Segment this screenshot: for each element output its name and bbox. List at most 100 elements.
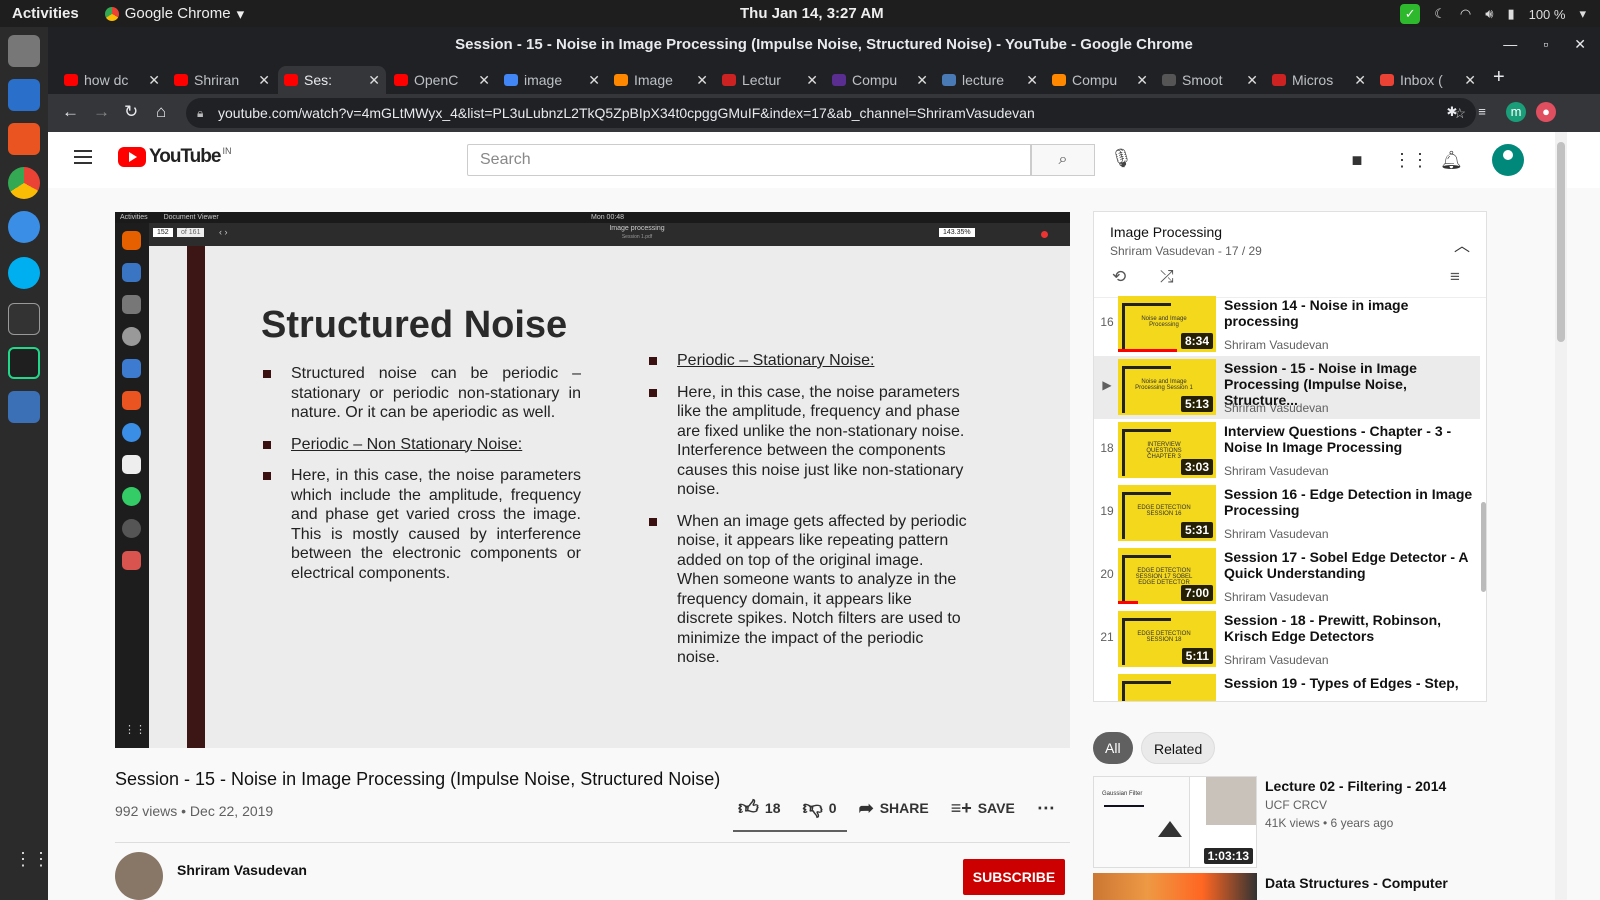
browser-tab[interactable]: Image ✕ xyxy=(608,66,714,94)
tab-close-icon[interactable]: ✕ xyxy=(1136,72,1148,89)
search-button[interactable]: ⌕ xyxy=(1031,144,1095,176)
related-thumbnail[interactable]: Gaussian Filter 1:03:13 xyxy=(1093,776,1257,868)
youtube-logo[interactable]: YouTube IN xyxy=(118,146,231,168)
tab-close-icon[interactable]: ✕ xyxy=(696,72,708,89)
account-avatar[interactable] xyxy=(1492,144,1524,176)
search-input[interactable]: Search xyxy=(467,144,1031,176)
playlist-scrollbar[interactable] xyxy=(1481,502,1486,592)
chip-related[interactable]: Related xyxy=(1141,732,1216,764)
apps-grid-icon[interactable]: ⋮⋮ xyxy=(1393,150,1429,172)
playlist-thumbnail[interactable]: EDGE DETECTION SESSION 18 5:11 xyxy=(1118,611,1216,667)
help-icon[interactable] xyxy=(8,211,40,243)
home-icon[interactable]: ⌂ xyxy=(156,102,166,122)
playlist-thumbnail[interactable]: INTERVIEW QUESTIONS CHAPTER 3 3:03 xyxy=(1118,422,1216,478)
page-scrollbar[interactable] xyxy=(1555,132,1567,900)
playlist-item[interactable]: 16 Noise and Image Processing 8:34 Session … xyxy=(1094,293,1480,356)
close-icon[interactable]: ✕ xyxy=(1574,27,1586,62)
tab-close-icon[interactable]: ✕ xyxy=(916,72,928,89)
software-center-icon[interactable] xyxy=(8,123,40,155)
chrome-icon[interactable] xyxy=(8,167,40,199)
share-button[interactable]: ➦ SHARE xyxy=(859,798,929,819)
loop-icon[interactable]: ⟲ xyxy=(1112,267,1126,287)
playlist-thumbnail[interactable]: Noise and Image Processing 8:34 xyxy=(1118,296,1216,352)
create-video-icon[interactable]: ■ xyxy=(1346,150,1368,172)
tab-close-icon[interactable]: ✕ xyxy=(368,72,380,89)
tab-close-icon[interactable]: ✕ xyxy=(1464,72,1476,89)
app-menu[interactable]: Google Chrome ▾ xyxy=(104,5,244,23)
browser-tab[interactable]: Lectur ✕ xyxy=(716,66,824,94)
playlist-item[interactable]: ▶ Noise and Image Processing Session 1 5:1… xyxy=(1094,356,1480,419)
playlist-thumbnail[interactable]: Noise and Image Processing Session 1 5:13 xyxy=(1118,359,1216,415)
extensions-icon[interactable]: ✱ xyxy=(1442,102,1462,122)
browser-tab[interactable]: Ses: ✕ xyxy=(278,66,386,94)
remote-desktop-icon[interactable] xyxy=(8,391,40,423)
related-title[interactable]: Lecture 02 - Filtering - 2014 xyxy=(1265,778,1446,794)
files-icon[interactable] xyxy=(8,35,40,67)
profile-avatar[interactable]: m xyxy=(1506,102,1526,122)
scrollbar-thumb[interactable] xyxy=(1557,142,1565,342)
pycharm-icon[interactable] xyxy=(8,347,40,379)
tab-close-icon[interactable]: ✕ xyxy=(258,72,270,89)
microphone-icon[interactable]: 🎙︎ xyxy=(1110,148,1133,169)
browser-tab[interactable]: Compu ✕ xyxy=(1046,66,1154,94)
system-tray[interactable]: ✓ ☾ ◠ 🔊︎ ▮ 100 % ▾ xyxy=(1400,4,1586,24)
document-icon[interactable] xyxy=(8,79,40,111)
collapse-chevron-icon[interactable]: ︿ xyxy=(1454,232,1470,256)
playlist-item[interactable]: 20 EDGE DETECTION SESSION 17 SOBEL EDGE D… xyxy=(1094,545,1480,608)
tab-close-icon[interactable]: ✕ xyxy=(1354,72,1366,89)
related-thumbnail[interactable] xyxy=(1093,873,1257,900)
browser-tab[interactable]: Inbox (✕ xyxy=(1374,66,1482,94)
video-player[interactable]: Activities Document Viewer Mon 00:48 ⋮⋮⋮ xyxy=(115,212,1070,748)
browser-tab[interactable]: lecture ✕ xyxy=(936,66,1044,94)
channel-avatar[interactable] xyxy=(115,852,163,900)
browser-tab[interactable]: Compu ✕ xyxy=(826,66,934,94)
playlist-menu-icon[interactable]: ≡ xyxy=(1450,267,1460,287)
playlist-item[interactable]: 21 EDGE DETECTION SESSION 18 5:11 Session -… xyxy=(1094,608,1480,671)
playlist-thumbnail[interactable]: EDGE DETECTION SESSION 17 SOBEL EDGE DET… xyxy=(1118,548,1216,604)
playlist-item[interactable]: 19 EDGE DETECTION SESSION 16 5:31 Session 1… xyxy=(1094,482,1480,545)
reload-icon[interactable]: ↻ xyxy=(124,102,138,122)
browser-tab[interactable]: Shriran ✕ xyxy=(168,66,276,94)
playlist-title[interactable]: Image Processing xyxy=(1110,224,1222,240)
playlist-thumbnail[interactable] xyxy=(1118,674,1216,701)
minimize-icon[interactable]: — xyxy=(1503,27,1517,62)
browser-tab[interactable]: image ✕ xyxy=(498,66,606,94)
clock[interactable]: Thu Jan 14, 3:27 AM xyxy=(740,5,884,22)
forward-icon[interactable]: → xyxy=(93,102,110,122)
tab-close-icon[interactable]: ✕ xyxy=(1246,72,1258,89)
related-channel[interactable]: UCF CRCV xyxy=(1265,798,1327,812)
channel-name[interactable]: Shriram Vasudevan xyxy=(177,862,307,878)
dislike-button[interactable]: 👎︎ 0 xyxy=(802,796,836,820)
playlist-thumbnail[interactable]: EDGE DETECTION SESSION 16 5:31 xyxy=(1118,485,1216,541)
tab-close-icon[interactable]: ✕ xyxy=(148,72,160,89)
related-title[interactable]: Data Structures - Computer xyxy=(1265,875,1448,891)
activities-button[interactable]: Activities xyxy=(12,5,79,22)
tab-close-icon[interactable]: ✕ xyxy=(588,72,600,89)
more-actions-button[interactable]: ⋯ xyxy=(1037,798,1055,819)
address-bar[interactable]: 🔒︎ youtube.com/watch?v=4mGLtMWyx_4&list=… xyxy=(186,98,1476,128)
tab-close-icon[interactable]: ✕ xyxy=(806,72,818,89)
browser-tab[interactable]: Micros ✕ xyxy=(1266,66,1372,94)
chip-all[interactable]: All xyxy=(1093,732,1133,764)
slide-bullet: When an image gets affected by periodic … xyxy=(649,512,969,668)
browser-tab[interactable]: OpenC ✕ xyxy=(388,66,496,94)
browser-tab[interactable]: Smoot ✕ xyxy=(1156,66,1264,94)
subscribe-button[interactable]: SUBSCRIBE xyxy=(963,859,1065,895)
notifications-bell-icon[interactable]: 🔔︎ xyxy=(1440,150,1463,172)
back-icon[interactable]: ← xyxy=(62,102,79,122)
maximize-icon[interactable]: ▫ xyxy=(1543,27,1548,62)
menu-icon[interactable] xyxy=(74,150,92,164)
tab-close-icon[interactable]: ✕ xyxy=(1026,72,1038,89)
like-button[interactable]: 👍︎ 18 xyxy=(738,796,780,820)
media-icon[interactable]: ≡ xyxy=(1472,102,1492,122)
playlist-item[interactable]: Session 19 - Types of Edges - Step, xyxy=(1094,671,1480,701)
new-tab-icon[interactable]: + xyxy=(1493,66,1505,89)
system-monitor-icon[interactable] xyxy=(8,303,40,335)
shuffle-icon[interactable]: ⤮ xyxy=(1160,267,1174,287)
browser-tab[interactable]: how dc ✕ xyxy=(58,66,166,94)
playlist-item[interactable]: 18 INTERVIEW QUESTIONS CHAPTER 3 3:03 Inter… xyxy=(1094,419,1480,482)
update-icon[interactable]: ● xyxy=(1536,102,1556,122)
skype-icon[interactable] xyxy=(8,257,40,289)
save-button[interactable]: ≡+ SAVE xyxy=(951,798,1015,819)
tab-close-icon[interactable]: ✕ xyxy=(478,72,490,89)
